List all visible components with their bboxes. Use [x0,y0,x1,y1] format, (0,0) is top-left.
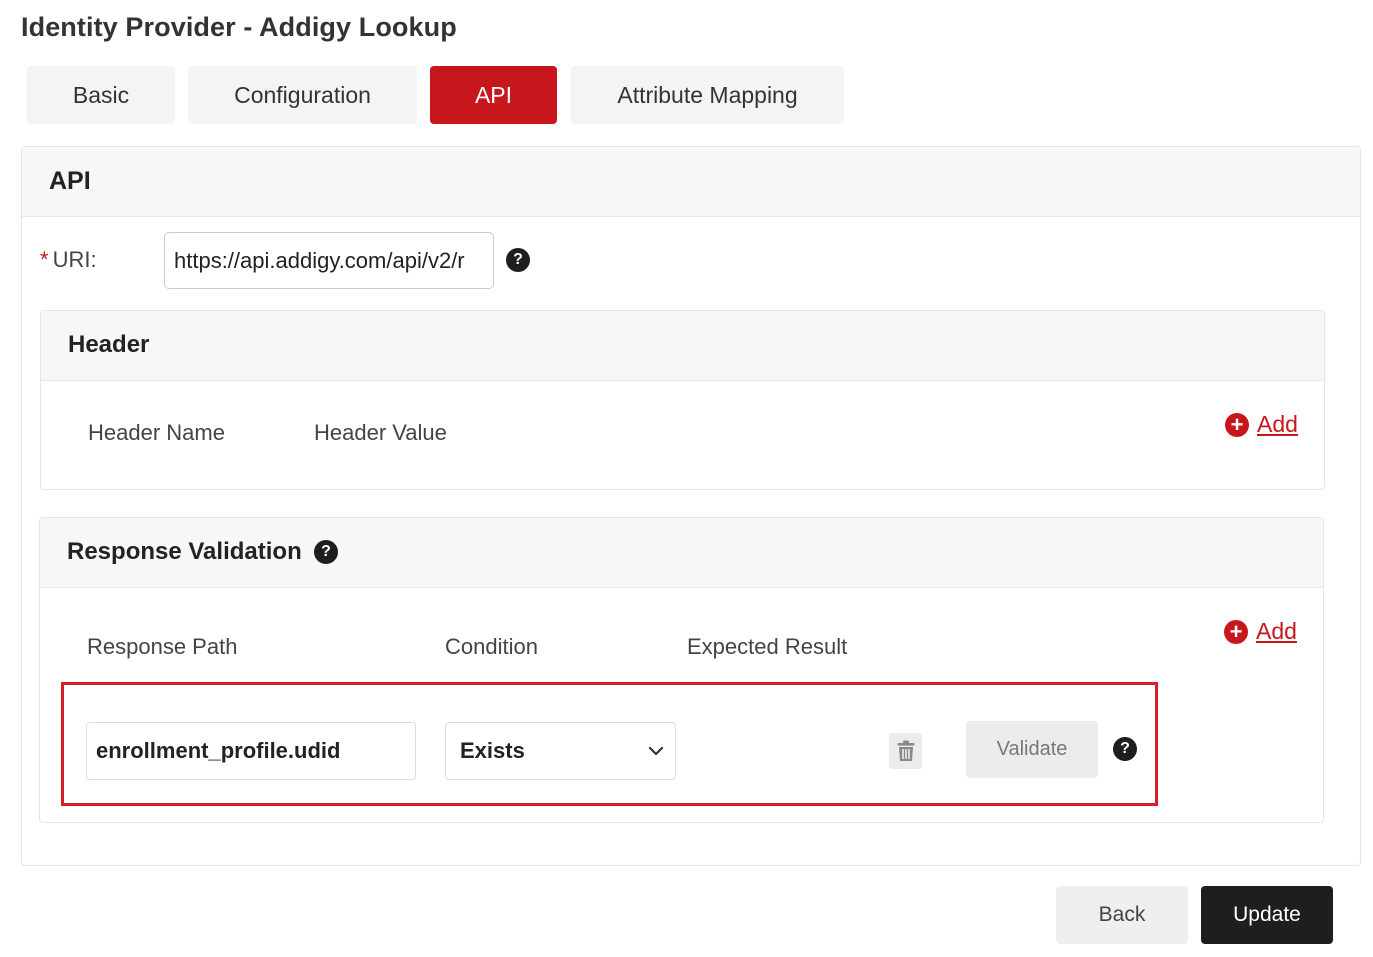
trash-icon [897,740,914,761]
column-header-value: Header Value [314,420,447,445]
tab-attribute-mapping[interactable]: Attribute Mapping [571,66,844,124]
plus-circle-icon: + [1224,619,1248,644]
column-expected-result: Expected Result [687,634,848,659]
uri-label: * URI: [40,247,97,273]
uri-label-text: URI: [52,247,97,272]
back-button[interactable]: Back [1056,886,1188,944]
required-marker: * [40,247,49,272]
add-header-button[interactable]: + Add [1225,411,1298,438]
column-condition: Condition [445,634,538,659]
validate-button[interactable]: Validate [966,721,1098,778]
response-path-input[interactable] [86,722,416,780]
tab-api[interactable]: API [430,66,557,124]
response-validation-header: Response Validation ? [40,518,1323,588]
add-header-label: Add [1257,411,1298,437]
chevron-down-icon [648,746,664,756]
plus-circle-icon: + [1225,412,1249,437]
column-header-name: Header Name [88,420,225,445]
tab-basic[interactable]: Basic [27,66,175,124]
add-validation-button[interactable]: + Add [1224,618,1297,645]
question-circle-icon[interactable]: ? [1113,737,1137,761]
page-title: Identity Provider - Addigy Lookup [21,12,457,42]
condition-select-value: Exists [460,738,525,763]
api-panel-title: API [49,167,91,195]
condition-select[interactable]: Exists [445,722,676,780]
uri-input[interactable] [164,232,494,289]
header-panel-title: Header [68,331,150,358]
header-panel: Header Header Name Header Value + Add [40,310,1325,490]
update-button[interactable]: Update [1201,886,1333,944]
question-circle-icon[interactable]: ? [314,540,338,564]
add-validation-label: Add [1256,618,1297,644]
delete-row-button[interactable] [889,733,922,769]
tab-configuration[interactable]: Configuration [188,66,417,124]
response-validation-title: Response Validation [67,538,302,565]
api-panel-header: API [22,147,1360,217]
column-response-path: Response Path [87,634,238,659]
question-circle-icon[interactable]: ? [506,248,530,272]
header-panel-header: Header [41,311,1324,381]
